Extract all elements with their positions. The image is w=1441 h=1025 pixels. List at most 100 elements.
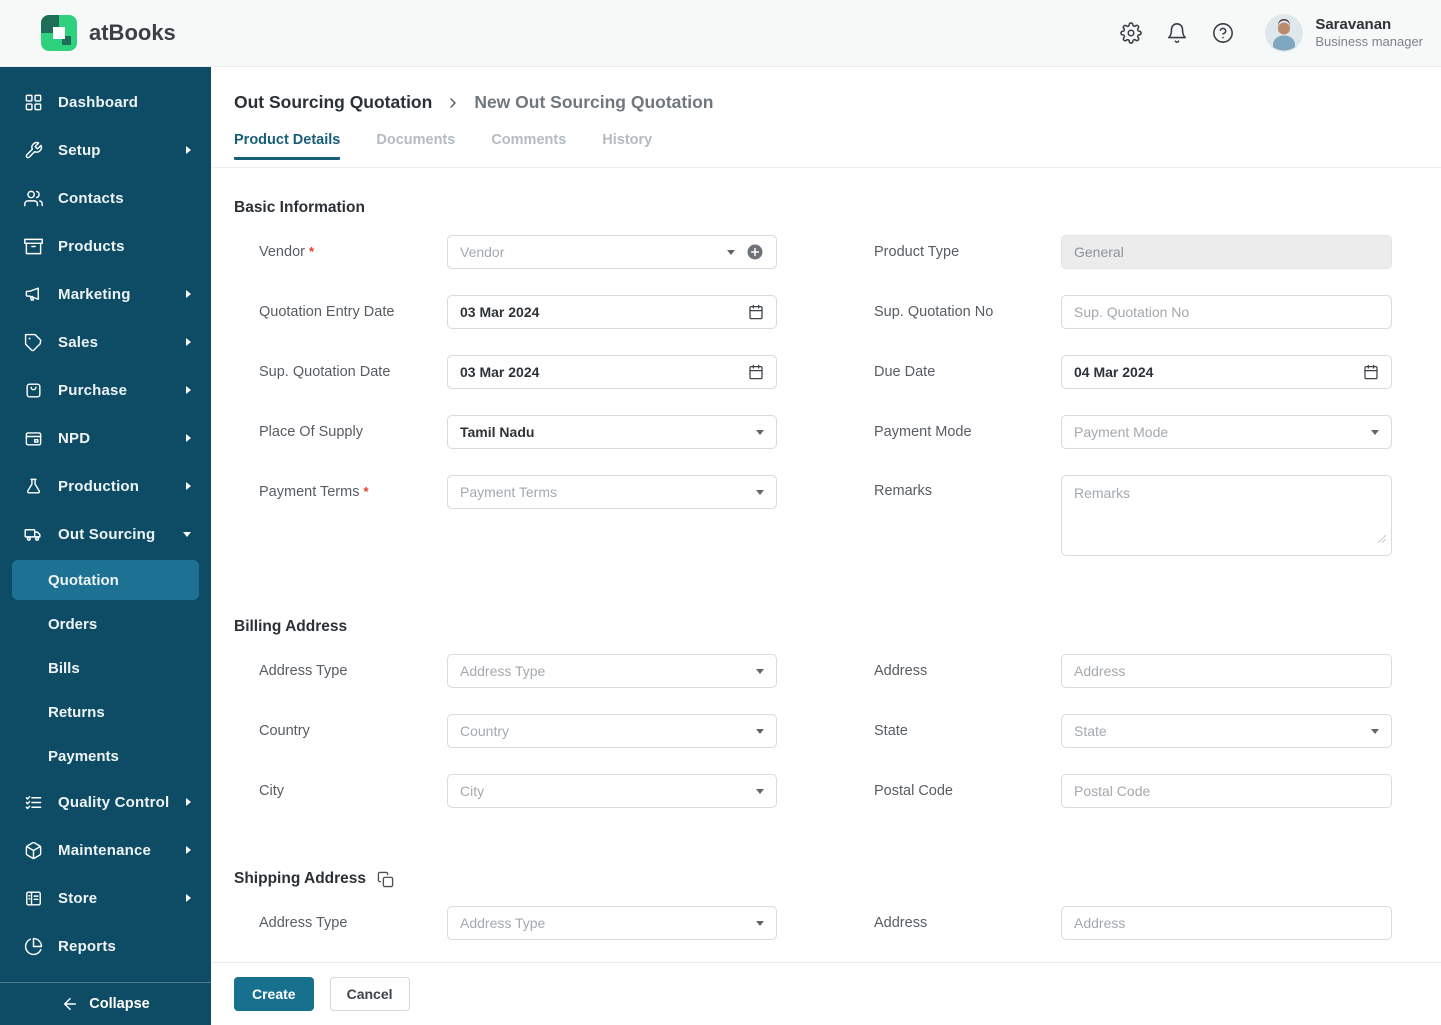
form-footer: Create Cancel: [211, 962, 1441, 1025]
tab-comments[interactable]: Comments: [491, 132, 566, 160]
field-billing-country: Country Country: [234, 714, 777, 748]
user-avatar: [1265, 14, 1304, 52]
sidebar-subitem-payments[interactable]: Payments: [0, 734, 211, 778]
arrow-left-icon: [61, 995, 79, 1013]
chevron-right-icon: [186, 482, 191, 490]
sidebar-item-dashboard[interactable]: Dashboard: [0, 78, 211, 126]
section-title: Basic Information: [234, 199, 365, 216]
page-header: Out Sourcing Quotation New Out Sourcing …: [211, 67, 1441, 168]
copy-address-icon[interactable]: [377, 871, 394, 888]
chevron-down-icon: [1371, 429, 1379, 435]
sidebar-item-maintenance[interactable]: Maintenance: [0, 826, 211, 874]
calendar-icon: [1363, 364, 1379, 380]
payment-terms-select[interactable]: Payment Terms: [447, 475, 777, 509]
megaphone-icon: [24, 284, 44, 304]
billing-address-type-select[interactable]: Address Type: [447, 654, 777, 688]
chevron-right-icon: [186, 146, 191, 154]
sidebar-item-marketing[interactable]: Marketing: [0, 270, 211, 318]
chevron-down-icon: [756, 920, 764, 926]
field-billing-address-type: Address Type Address Type: [234, 654, 777, 688]
billing-address-input[interactable]: [1061, 654, 1392, 688]
collapse-button[interactable]: Collapse: [0, 982, 211, 1025]
due-date-picker[interactable]: 04 Mar 2024: [1061, 355, 1392, 389]
place-of-supply-select[interactable]: Tamil Nadu: [447, 415, 777, 449]
sidebar-item-reports[interactable]: Reports: [0, 922, 211, 970]
store-panel-icon: [24, 888, 44, 908]
sidebar-item-store[interactable]: Store: [0, 874, 211, 922]
sidebar: Dashboard Setup Contacts Products Market…: [0, 67, 211, 1025]
field-shipping-address: Address: [874, 906, 1392, 940]
sidebar-item-production[interactable]: Production: [0, 462, 211, 510]
sup-quotation-date-picker[interactable]: 03 Mar 2024: [447, 355, 777, 389]
field-payment-mode: Payment Mode Payment Mode: [874, 415, 1392, 449]
checklist-icon: [24, 792, 44, 812]
help-icon[interactable]: [1211, 22, 1234, 45]
billing-city-select[interactable]: City: [447, 774, 777, 808]
field-quotation-entry-date: Quotation Entry Date 03 Mar 2024: [234, 295, 777, 329]
sidebar-item-contacts[interactable]: Contacts: [0, 174, 211, 222]
pie-chart-icon: [24, 936, 44, 956]
field-billing-state: State State: [874, 714, 1392, 748]
field-vendor: Vendor * Vendor: [234, 235, 777, 269]
sup-quotation-no-input[interactable]: [1061, 295, 1392, 329]
field-place-of-supply: Place Of Supply Tamil Nadu: [234, 415, 777, 449]
billing-postal-code-input[interactable]: [1061, 774, 1392, 808]
brand-name: atBooks: [89, 20, 176, 45]
payment-mode-select[interactable]: Payment Mode: [1061, 415, 1392, 449]
required-mark: *: [308, 244, 315, 259]
field-remarks: Remarks: [874, 475, 1392, 556]
package-cube-icon: [24, 840, 44, 860]
sidebar-subitem-orders[interactable]: Orders: [0, 602, 211, 646]
tab-documents[interactable]: Documents: [376, 132, 455, 160]
chevron-right-icon: [186, 434, 191, 442]
chevron-right-icon: [186, 290, 191, 298]
brand[interactable]: atBooks: [0, 14, 176, 52]
create-button[interactable]: Create: [234, 977, 314, 1011]
shipping-address-input[interactable]: [1061, 906, 1392, 940]
chevron-down-icon: [756, 429, 764, 435]
cancel-button[interactable]: Cancel: [329, 977, 410, 1011]
field-due-date: Due Date 04 Mar 2024: [874, 355, 1392, 389]
field-payment-terms: Payment Terms * Payment Terms: [234, 475, 777, 509]
tab-product-details[interactable]: Product Details: [234, 132, 341, 160]
sidebar-subitem-returns[interactable]: Returns: [0, 690, 211, 734]
truck-icon: [24, 524, 44, 544]
sidebar-subitem-bills[interactable]: Bills: [0, 646, 211, 690]
remarks-textarea[interactable]: [1061, 475, 1392, 556]
sidebar-subitem-quotation[interactable]: Quotation: [12, 560, 199, 600]
sidebar-item-quality-control[interactable]: Quality Control: [0, 778, 211, 826]
tab-history[interactable]: History: [602, 132, 652, 160]
billing-country-select[interactable]: Country: [447, 714, 777, 748]
sidebar-item-npd[interactable]: NPD: [0, 414, 211, 462]
breadcrumb: Out Sourcing Quotation New Out Sourcing …: [211, 67, 1441, 113]
topbar-actions: Saravanan Business manager: [1119, 14, 1441, 52]
user-menu[interactable]: Saravanan Business manager: [1265, 14, 1423, 52]
chevron-right-icon: [186, 846, 191, 854]
section-billing-address: Billing Address Address Type Address Typ…: [234, 618, 1392, 834]
chevron-right-icon: [186, 894, 191, 902]
section-title: Shipping Address: [234, 870, 367, 887]
section-basic-information: Basic Information Vendor * Vendor Quotat…: [234, 199, 1392, 582]
sidebar-item-sales[interactable]: Sales: [0, 318, 211, 366]
users-icon: [24, 188, 44, 208]
sidebar-item-setup[interactable]: Setup: [0, 126, 211, 174]
quotation-entry-date-picker[interactable]: 03 Mar 2024: [447, 295, 777, 329]
field-sup-quotation-date: Sup. Quotation Date 03 Mar 2024: [234, 355, 777, 389]
bell-icon[interactable]: [1165, 22, 1188, 45]
chevron-down-icon: [756, 788, 764, 794]
breadcrumb-parent[interactable]: Out Sourcing Quotation: [234, 92, 432, 113]
archive-box-icon: [24, 236, 44, 256]
resize-handle-icon[interactable]: [1377, 531, 1387, 549]
gear-icon[interactable]: [1119, 22, 1142, 45]
billing-state-select[interactable]: State: [1061, 714, 1392, 748]
chevron-right-icon: [186, 798, 191, 806]
top-bar: atBooks Saravanan Business manager: [0, 0, 1441, 67]
vendor-select[interactable]: Vendor: [447, 235, 777, 269]
product-box-icon: [24, 428, 44, 448]
shipping-address-type-select[interactable]: Address Type: [447, 906, 777, 940]
add-vendor-icon[interactable]: [746, 243, 764, 261]
sidebar-item-products[interactable]: Products: [0, 222, 211, 270]
sidebar-item-out-sourcing[interactable]: Out Sourcing: [0, 510, 211, 558]
chevron-right-icon: [445, 95, 461, 111]
sidebar-item-purchase[interactable]: Purchase: [0, 366, 211, 414]
